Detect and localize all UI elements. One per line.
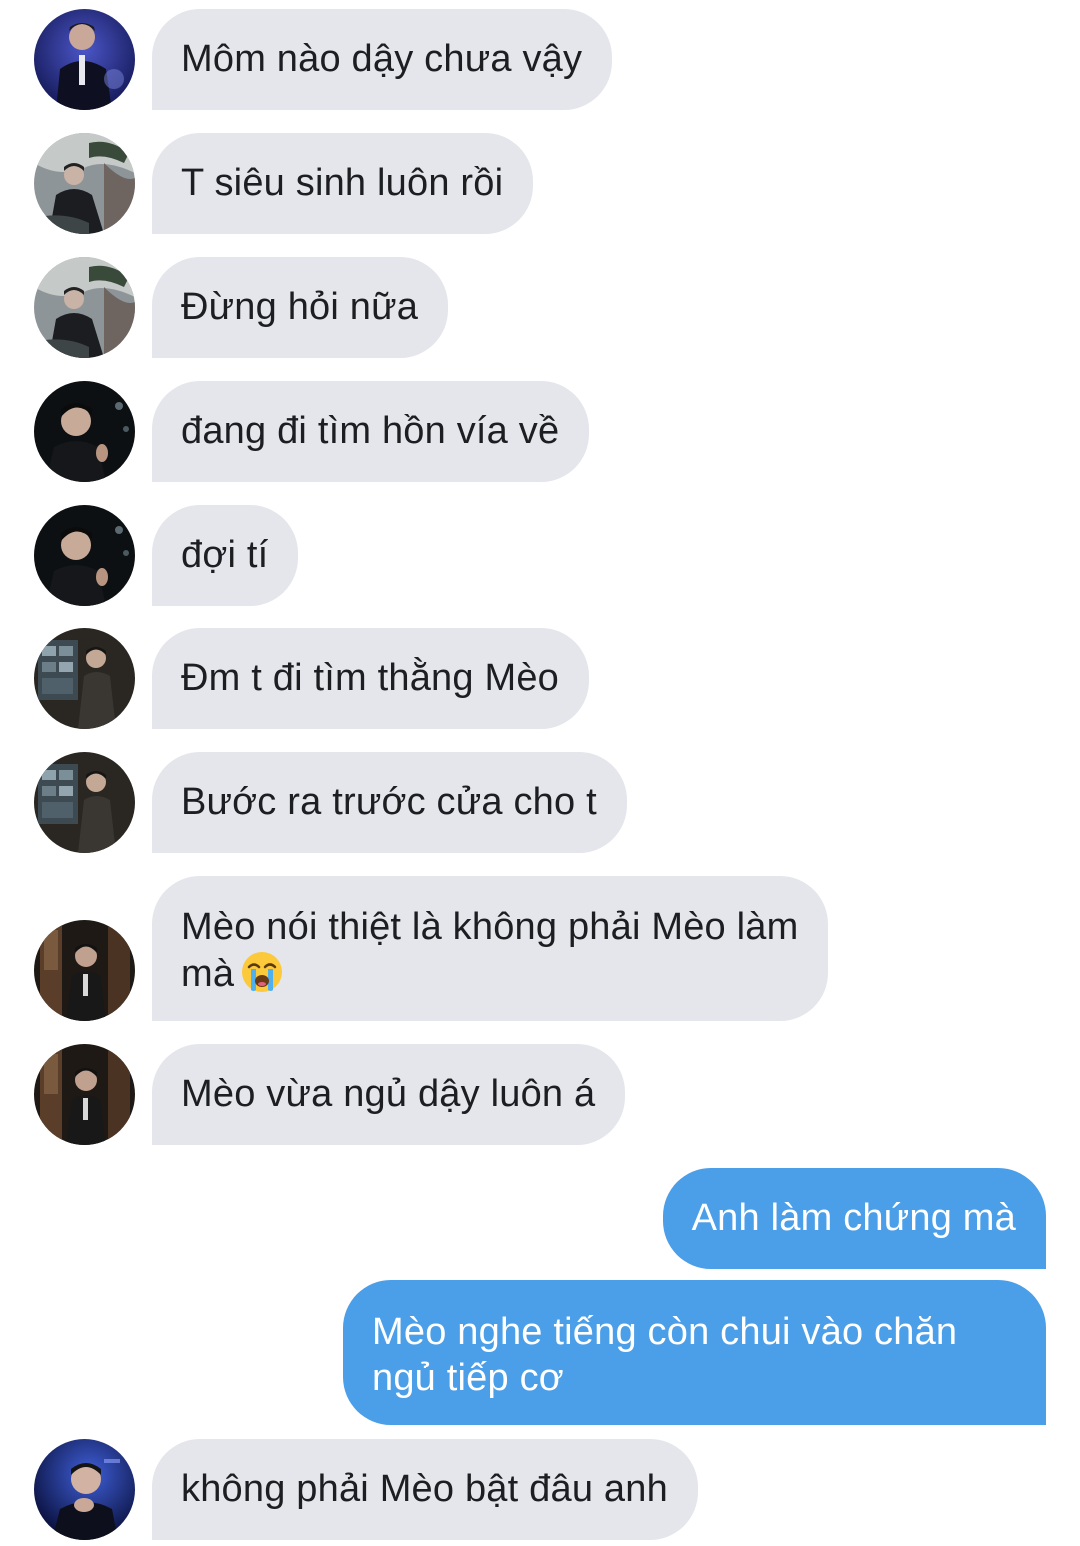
- loudly-crying-face-icon: [240, 950, 284, 994]
- message-bubble-incoming[interactable]: đang đi tìm hồn vía về: [152, 381, 590, 482]
- message-bubble-outgoing[interactable]: Anh làm chứng mà: [662, 1168, 1046, 1269]
- message-text: Anh làm chứng mà: [691, 1197, 1016, 1239]
- message-row: Đừng hỏi nữa: [0, 257, 1080, 358]
- message-bubble-incoming[interactable]: Mèo nói thiệt là không phải Mèo làm mà: [152, 876, 829, 1021]
- message-text: Bước ra trước cửa cho t: [181, 781, 597, 823]
- avatar[interactable]: [34, 1439, 135, 1540]
- message-row: Môm nào dậy chưa vậy: [0, 9, 1080, 110]
- message-bubble-incoming[interactable]: Bước ra trước cửa cho t: [152, 752, 627, 853]
- message-text: Đm t đi tìm thằng Mèo: [181, 657, 560, 699]
- avatar[interactable]: [34, 9, 135, 110]
- message-row: Mèo nghe tiếng còn chui vào chăn ngủ tiế…: [0, 1280, 1080, 1425]
- message-row: T siêu sinh luôn rồi: [0, 133, 1080, 234]
- message-row: Mèo vừa ngủ dậy luôn á: [0, 1044, 1080, 1145]
- message-row: đợi tí: [0, 505, 1080, 606]
- message-text: đợi tí: [181, 534, 269, 576]
- message-bubble-incoming[interactable]: không phải Mèo bật đâu anh: [152, 1439, 698, 1540]
- message-row: Bước ra trước cửa cho t: [0, 752, 1080, 853]
- message-text: T siêu sinh luôn rồi: [181, 162, 504, 204]
- message-bubble-incoming[interactable]: đợi tí: [152, 505, 299, 606]
- message-row: Anh làm chứng mà: [0, 1168, 1080, 1269]
- message-text: Môm nào dậy chưa vậy: [181, 38, 583, 80]
- avatar[interactable]: [34, 257, 135, 358]
- message-bubble-incoming[interactable]: T siêu sinh luôn rồi: [152, 133, 534, 234]
- message-bubble-incoming[interactable]: Đừng hỏi nữa: [152, 257, 449, 358]
- message-text: Đừng hỏi nữa: [181, 286, 419, 328]
- message-text: đang đi tìm hồn vía về: [181, 410, 560, 452]
- message-text: không phải Mèo bật đâu anh: [181, 1468, 668, 1510]
- avatar[interactable]: [34, 133, 135, 234]
- message-bubble-incoming[interactable]: Đm t đi tìm thằng Mèo: [152, 628, 590, 729]
- message-bubble-outgoing[interactable]: Mèo nghe tiếng còn chui vào chăn ngủ tiế…: [343, 1280, 1046, 1425]
- avatar[interactable]: [34, 920, 135, 1021]
- avatar[interactable]: [34, 381, 135, 482]
- message-row: Mèo nói thiệt là không phải Mèo làm mà: [0, 876, 1080, 1021]
- message-text: Mèo vừa ngủ dậy luôn á: [181, 1073, 596, 1115]
- avatar[interactable]: [34, 752, 135, 853]
- avatar[interactable]: [34, 505, 135, 606]
- message-text: Mèo nghe tiếng còn chui vào chăn ngủ tiế…: [372, 1311, 958, 1399]
- avatar[interactable]: [34, 628, 135, 729]
- message-row: không phải Mèo bật đâu anh: [0, 1439, 1080, 1540]
- message-row: đang đi tìm hồn vía về: [0, 381, 1080, 482]
- message-bubble-incoming[interactable]: Mèo vừa ngủ dậy luôn á: [152, 1044, 626, 1145]
- avatar[interactable]: [34, 1044, 135, 1145]
- message-bubble-incoming[interactable]: Môm nào dậy chưa vậy: [152, 9, 613, 110]
- message-row: Đm t đi tìm thằng Mèo: [0, 628, 1080, 729]
